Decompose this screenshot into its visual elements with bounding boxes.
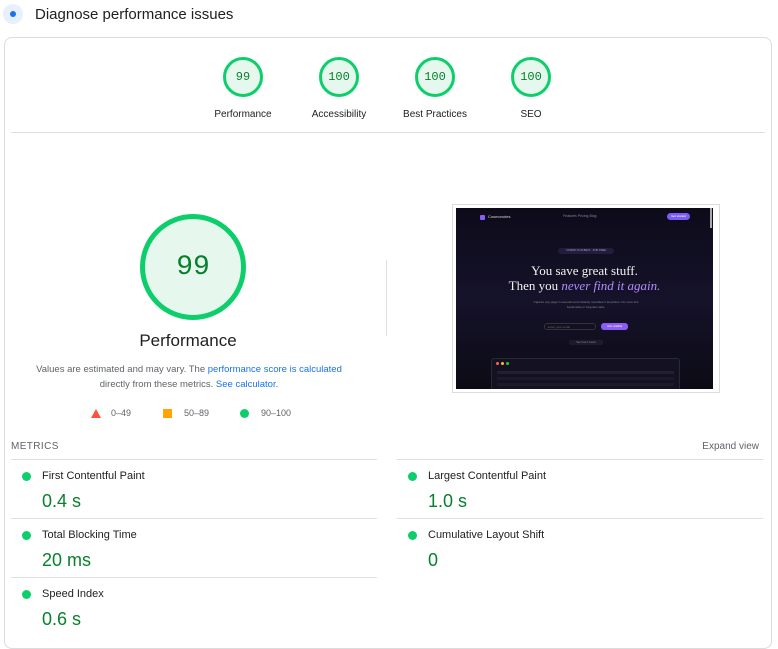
performance-title: Performance — [139, 331, 237, 350]
calculator-link[interactable]: See calculator — [216, 379, 276, 390]
shot-headline: You save great stuff. Then you never fin… — [456, 263, 713, 293]
average-square-icon — [163, 408, 172, 418]
final-screenshot[interactable]: Cosmonotes Features Pricing Blog Get sta… — [452, 204, 720, 393]
shot-headline-line1: You save great stuff. — [531, 263, 638, 278]
score-value: 100 — [520, 70, 542, 84]
window-dot-icon — [501, 362, 504, 365]
metric-fcp: First Contentful Paint 0.4 s — [11, 459, 377, 518]
metric-value: 0.4 s — [42, 491, 82, 511]
shot-headline-a: Then you — [508, 278, 562, 293]
score-value: 100 — [328, 70, 350, 84]
score-gauge: 100 — [511, 57, 551, 97]
window-dot-icon — [496, 362, 499, 365]
metric-value: 0.6 s — [42, 609, 82, 629]
shot-button: Get started — [667, 213, 690, 220]
pass-circle-icon — [408, 472, 417, 481]
app-row — [497, 371, 674, 374]
section-header: Diagnose performance issues — [0, 0, 778, 32]
note-text: . — [275, 379, 279, 390]
pass-circle-icon — [22, 531, 31, 540]
window-dot-icon — [506, 362, 509, 365]
legend-range: 50–89 — [184, 408, 210, 418]
performance-gauge: 99 — [140, 214, 246, 320]
score-label: Accessibility — [311, 109, 367, 120]
score-gauge: 100 — [415, 57, 455, 97]
legend-pass: 90–100 — [240, 408, 291, 418]
shot-pill: COSMIC IS IN BETA · JOIN FREE — [558, 248, 614, 254]
metric-lcp: Largest Contentful Paint 1.0 s — [397, 459, 763, 518]
shot-brand: Cosmonotes — [488, 214, 511, 219]
report-card: 99 Performance 100 Accessibility 100 Bes… — [4, 37, 772, 649]
metric-cls: Cumulative Layout Shift 0 — [397, 518, 763, 577]
metric-name: Speed Index — [42, 588, 104, 600]
app-row — [497, 383, 674, 386]
metric-value: 0 — [428, 550, 439, 570]
pass-circle-icon — [22, 590, 31, 599]
score-value: 99 — [235, 70, 251, 84]
legend-average: 50–89 — [163, 408, 209, 418]
score-gauge: 99 — [223, 57, 263, 97]
shot-app-preview — [491, 358, 680, 389]
section-title: Diagnose performance issues — [35, 6, 234, 23]
score-label: Best Practices — [403, 109, 467, 120]
legend-range: 0–49 — [111, 408, 132, 418]
shot-subtext: Capture any page in seconds and instantl… — [533, 300, 639, 309]
fail-triangle-icon — [91, 408, 101, 418]
metric-name: First Contentful Paint — [42, 470, 145, 482]
metric-value: 1.0 s — [428, 491, 468, 511]
divider — [11, 132, 765, 133]
shot-headline-em: never find it again. — [561, 278, 661, 293]
note-text: directly from these metrics. — [99, 379, 216, 390]
note-text: Values are estimated and may vary. The — [36, 364, 208, 375]
legend-range: 90–100 — [261, 408, 292, 418]
lighthouse-icon — [3, 4, 23, 24]
shot-headline-line2: Then you never find it again. — [456, 278, 713, 293]
metric-tbt: Total Blocking Time 20 ms — [11, 518, 377, 577]
score-calculated-link[interactable]: performance score is calculated — [208, 364, 342, 375]
score-gauge: 100 — [319, 57, 359, 97]
pass-circle-icon — [240, 408, 249, 418]
app-row — [497, 377, 674, 380]
expand-view-toggle[interactable]: Expand view — [702, 441, 759, 452]
shot-nav: Features Pricing Blog — [563, 214, 597, 218]
performance-score: 99 — [176, 251, 210, 283]
metric-value: 20 ms — [42, 550, 92, 570]
metric-name: Total Blocking Time — [42, 529, 137, 541]
metric-name: Largest Contentful Paint — [428, 470, 547, 482]
metric-si: Speed Index 0.6 s — [11, 577, 377, 636]
shot-cta: Join waitlist — [601, 323, 628, 330]
legend-fail: 0–49 — [91, 408, 131, 418]
score-value: 100 — [424, 70, 446, 84]
score-label: Performance — [214, 109, 272, 120]
brand-logo-icon — [480, 215, 485, 220]
pass-circle-icon — [408, 531, 417, 540]
score-note: Values are estimated and may vary. The p… — [33, 362, 345, 392]
metrics-heading: METRICS — [11, 441, 59, 452]
screenshot-scrollbar — [710, 208, 712, 228]
score-label: SEO — [520, 109, 542, 120]
score-best-practices[interactable]: 100 Best Practices — [387, 57, 483, 120]
vertical-divider — [386, 260, 387, 336]
score-seo[interactable]: 100 SEO — [483, 57, 579, 120]
score-accessibility[interactable]: 100 Accessibility — [291, 57, 387, 120]
shot-small-link: See how it works — [569, 340, 603, 345]
shot-input: Enter your email — [544, 323, 596, 330]
score-performance[interactable]: 99 Performance — [195, 57, 291, 120]
metric-name: Cumulative Layout Shift — [428, 529, 545, 541]
screenshot-image: Cosmonotes Features Pricing Blog Get sta… — [456, 208, 713, 389]
pass-circle-icon — [22, 472, 31, 481]
